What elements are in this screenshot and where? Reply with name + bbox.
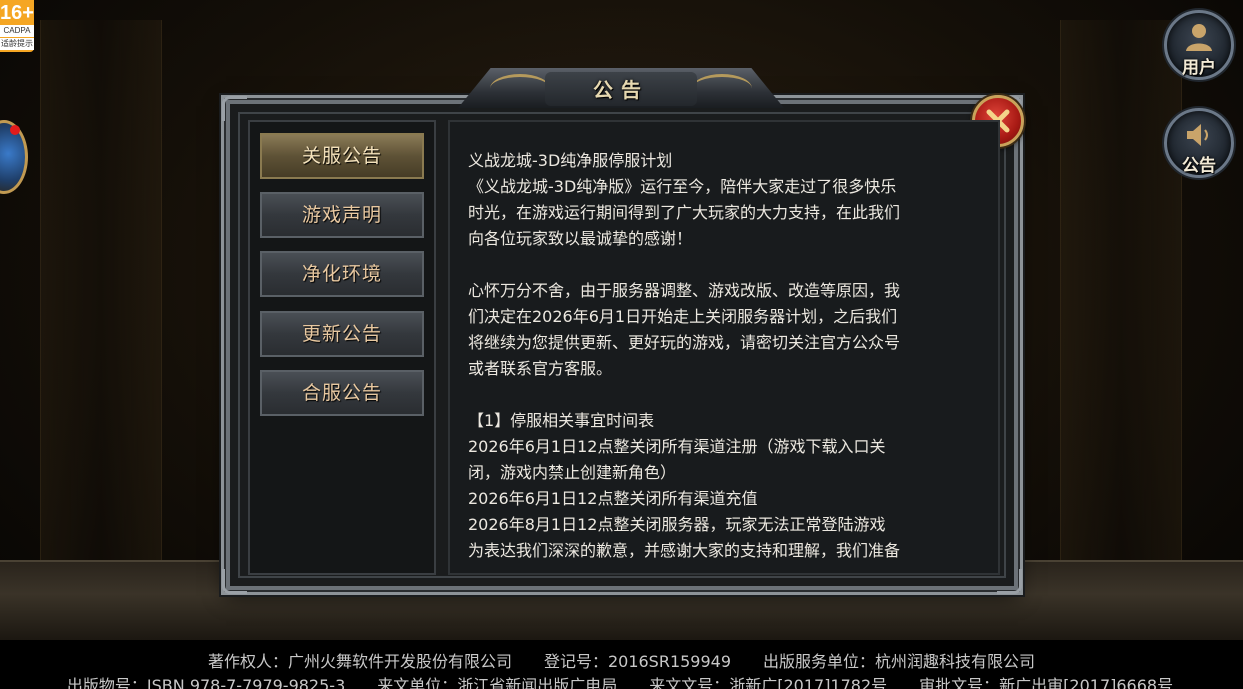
speaker-icon <box>1187 124 1208 146</box>
announcement-line <box>468 252 988 278</box>
age-rating-sub: 适龄提示 <box>0 38 34 50</box>
background-pillar <box>1060 20 1182 580</box>
announcement-text: 义战龙城-3D纯净服停服计划 《义战龙城-3D纯净版》运行至今，陪伴大家走过了很… <box>468 148 988 568</box>
tab-game-statement[interactable]: 游戏声明 <box>260 192 424 238</box>
announcement-line: 心怀万分不舍，由于服务器调整、游戏改版、改造等原因，我 <box>468 281 901 300</box>
announcement-line: 【1】停服相关事宜时间表 <box>468 411 655 430</box>
announcement-line <box>468 382 988 408</box>
announcement-line: 将继续为您提供更新、更好玩的游戏，请密切关注官方公众号 <box>468 333 901 352</box>
announcement-line: 们决定在2026年6月1日开始走上关闭服务器计划，之后我们 <box>468 307 898 326</box>
game-scene: 16+ CADPA 适龄提示 用户 公告 公告 关服公告 游戏声明 净化环境 更… <box>0 0 1243 689</box>
tab-server-merge-notice[interactable]: 合服公告 <box>260 370 424 416</box>
age-rating-org: CADPA <box>0 25 34 37</box>
age-rating-badge: 16+ CADPA 适龄提示 <box>0 0 34 52</box>
frame-corner-ornament <box>997 569 1022 594</box>
copyright-line-1: 著作权人：广州火舞软件开发股份有限公司 登记号：2016SR159949 出版服… <box>207 652 1036 671</box>
announcement-line: 2026年6月1日12点整关闭所有渠道注册（游戏下载入口关 <box>468 437 886 456</box>
announcement-line: 2026年6月1日12点整关闭所有渠道充值 <box>468 489 758 508</box>
tab-shutdown-notice[interactable]: 关服公告 <box>260 133 424 179</box>
announcement-line: 为表达我们深深的歉意，并感谢大家的支持和理解，我们准备 <box>468 541 901 560</box>
announcement-line: 义战龙城-3D纯净服停服计划 <box>468 151 673 170</box>
age-rating-number: 16+ <box>0 2 34 24</box>
notification-dot <box>10 125 20 135</box>
copyright-line-2: 出版物号：ISBN 978-7-7979-9825-3 来文单位：浙江省新闻出版… <box>66 676 1174 689</box>
user-button[interactable]: 用户 <box>1164 10 1234 80</box>
frame-corner-ornament <box>222 569 247 594</box>
user-icon <box>1186 24 1212 51</box>
notice-button-label: 公告 <box>1182 156 1216 176</box>
title-ornament <box>490 74 550 103</box>
announcement-line: 《义战龙城-3D纯净版》运行至今，陪伴大家走过了很多快乐 <box>468 177 897 196</box>
announcement-line: 2026年8月1日12点整关闭服务器，玩家无法正常登陆游戏 <box>468 515 886 534</box>
announcement-line: 或者联系官方客服。 <box>468 359 613 378</box>
announcement-line: 向各位玩家致以最诚挚的感谢！ <box>468 229 693 248</box>
tab-update-notice[interactable]: 更新公告 <box>260 311 424 357</box>
frame-corner-ornament <box>222 96 247 121</box>
tab-clean-environment[interactable]: 净化环境 <box>260 251 424 297</box>
notice-button[interactable]: 公告 <box>1164 108 1234 178</box>
announcement-line: 闭，游戏内禁止创建新角色） <box>468 463 677 482</box>
background-pillar <box>40 20 162 580</box>
user-button-label: 用户 <box>1182 58 1216 78</box>
dialog-title: 公告 <box>593 78 649 102</box>
title-ornament <box>692 74 752 103</box>
announcement-line: 时光，在游戏运行期间得到了广大玩家的大力支持，在此我们 <box>468 203 901 222</box>
